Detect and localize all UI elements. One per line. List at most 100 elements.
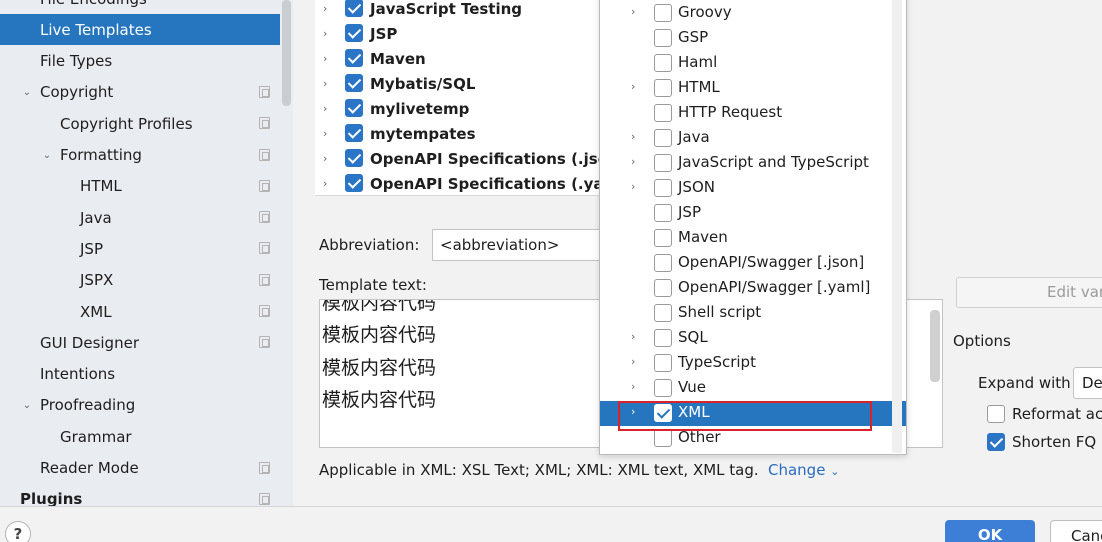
popup-scrollbar[interactable] — [892, 0, 902, 453]
help-button[interactable]: ? — [5, 521, 31, 542]
chevron-right-icon[interactable]: › — [631, 130, 635, 143]
sidebar-item[interactable]: File Encodings — [0, 0, 280, 14]
context-item[interactable]: JSP — [600, 201, 906, 226]
template-group-row[interactable]: › OpenAPI Specifications (.json) — [315, 146, 605, 171]
chevron-right-icon[interactable]: › — [323, 27, 327, 40]
ok-button[interactable]: OK — [945, 520, 1035, 542]
context-item[interactable]: GSP — [600, 26, 906, 51]
template-group-checkbox[interactable] — [345, 124, 363, 142]
sidebar-item[interactable]: ⌄ Copyright — [0, 77, 280, 108]
context-checkbox[interactable] — [654, 79, 672, 97]
chevron-right-icon[interactable]: › — [631, 155, 635, 168]
chevron-down-icon[interactable]: ⌄ — [41, 150, 53, 162]
context-checkbox[interactable] — [654, 29, 672, 47]
sidebar-item[interactable]: File Types — [0, 46, 280, 77]
context-item[interactable]: OpenAPI/Swagger [.yaml] — [600, 276, 906, 301]
context-item[interactable]: Haml — [600, 51, 906, 76]
template-group-row[interactable]: › JavaScript Testing — [315, 0, 605, 21]
context-item[interactable]: Shell script — [600, 301, 906, 326]
chevron-right-icon[interactable]: › — [323, 52, 327, 65]
chevron-down-icon[interactable]: ⌄ — [21, 400, 33, 412]
template-group-checkbox[interactable] — [345, 74, 363, 92]
template-group-row[interactable]: › mylivetemp — [315, 96, 605, 121]
sidebar-item[interactable]: Plugins — [0, 484, 280, 506]
context-item[interactable]: HTTP Request — [600, 101, 906, 126]
sidebar-item[interactable]: Live Templates — [0, 14, 280, 46]
shorten-fq-names-checkbox[interactable] — [987, 433, 1005, 451]
template-group-label: mytempates — [370, 124, 476, 143]
context-item[interactable]: Maven — [600, 226, 906, 251]
context-checkbox[interactable] — [654, 4, 672, 22]
template-group-checkbox[interactable] — [345, 24, 363, 42]
context-checkbox[interactable] — [654, 129, 672, 147]
context-item[interactable]: › SQL — [600, 326, 906, 351]
context-checkbox[interactable] — [654, 104, 672, 122]
template-text-scrollbar[interactable] — [930, 310, 940, 382]
template-group-row[interactable]: › JSP — [315, 21, 605, 46]
context-item[interactable]: › Groovy — [600, 1, 906, 26]
template-group-checkbox[interactable] — [345, 99, 363, 117]
chevron-right-icon[interactable]: › — [631, 380, 635, 393]
sidebar-item[interactable]: HTML — [0, 171, 280, 202]
sidebar-item[interactable]: JSPX — [0, 265, 280, 296]
context-checkbox[interactable] — [654, 54, 672, 72]
chevron-right-icon[interactable]: › — [631, 330, 635, 343]
context-item[interactable]: › Java — [600, 126, 906, 151]
template-group-row[interactable]: › Mybatis/SQL — [315, 71, 605, 96]
edit-variables-button[interactable]: Edit var — [956, 277, 1102, 308]
sidebar-item[interactable]: Grammar — [0, 421, 280, 452]
template-group-checkbox[interactable] — [345, 149, 363, 167]
sidebar-item[interactable]: JSP — [0, 233, 280, 264]
context-checkbox[interactable] — [654, 204, 672, 222]
cancel-button[interactable]: Cancel — [1050, 520, 1102, 542]
context-checkbox[interactable] — [654, 329, 672, 347]
context-item[interactable]: › HTML — [600, 76, 906, 101]
reformat-checkbox[interactable] — [987, 405, 1005, 423]
context-item[interactable]: › JSON — [600, 176, 906, 201]
sidebar-item[interactable]: Intentions — [0, 359, 280, 390]
sidebar-item[interactable]: ⌄ Formatting — [0, 140, 280, 171]
chevron-right-icon[interactable]: › — [631, 80, 635, 93]
sidebar-item[interactable]: ⌄ Proofreading — [0, 390, 280, 421]
chevron-right-icon[interactable]: › — [323, 2, 327, 15]
template-group-label: OpenAPI Specifications (.yaml) — [370, 174, 605, 193]
context-item[interactable]: OpenAPI/Swagger [.json] — [600, 251, 906, 276]
template-group-row[interactable]: › OpenAPI Specifications (.yaml) — [315, 171, 605, 195]
abbreviation-input[interactable]: <abbreviation> — [432, 229, 612, 261]
template-group-checkbox[interactable] — [345, 0, 363, 17]
sidebar-scrollbar[interactable] — [282, 0, 291, 106]
context-checkbox[interactable] — [654, 279, 672, 297]
context-checkbox[interactable] — [654, 429, 672, 447]
context-item[interactable]: › TypeScript — [600, 351, 906, 376]
context-item[interactable]: › JavaScript and TypeScript — [600, 151, 906, 176]
context-checkbox[interactable] — [654, 354, 672, 372]
expand-with-select[interactable]: De — [1073, 367, 1102, 399]
chevron-right-icon[interactable]: › — [323, 102, 327, 115]
template-group-row[interactable]: › Maven — [315, 46, 605, 71]
chevron-right-icon[interactable]: › — [323, 127, 327, 140]
chevron-right-icon[interactable]: › — [323, 177, 327, 190]
template-group-row[interactable]: › mytempates — [315, 121, 605, 146]
sidebar-item[interactable]: GUI Designer — [0, 327, 280, 358]
chevron-right-icon[interactable]: › — [631, 355, 635, 368]
change-context-link[interactable]: Change ⌄ — [768, 461, 839, 479]
template-group-label: mylivetemp — [370, 99, 470, 118]
context-checkbox[interactable] — [654, 179, 672, 197]
chevron-right-icon[interactable]: › — [323, 152, 327, 165]
context-checkbox[interactable] — [654, 154, 672, 172]
context-checkbox[interactable] — [654, 304, 672, 322]
chevron-down-icon[interactable]: ⌄ — [21, 87, 33, 99]
chevron-right-icon[interactable]: › — [323, 77, 327, 90]
context-checkbox[interactable] — [654, 229, 672, 247]
sidebar-item[interactable]: XML — [0, 296, 280, 327]
sidebar-item[interactable]: Reader Mode — [0, 453, 280, 484]
template-group-checkbox[interactable] — [345, 49, 363, 67]
chevron-right-icon[interactable]: › — [631, 180, 635, 193]
template-group-checkbox[interactable] — [345, 174, 363, 192]
chevron-right-icon[interactable]: › — [631, 5, 635, 18]
sidebar-item[interactable]: Copyright Profiles — [0, 108, 280, 139]
sidebar-item[interactable]: Java — [0, 202, 280, 233]
context-checkbox[interactable] — [654, 379, 672, 397]
context-item[interactable]: › Vue — [600, 376, 906, 401]
context-checkbox[interactable] — [654, 254, 672, 272]
